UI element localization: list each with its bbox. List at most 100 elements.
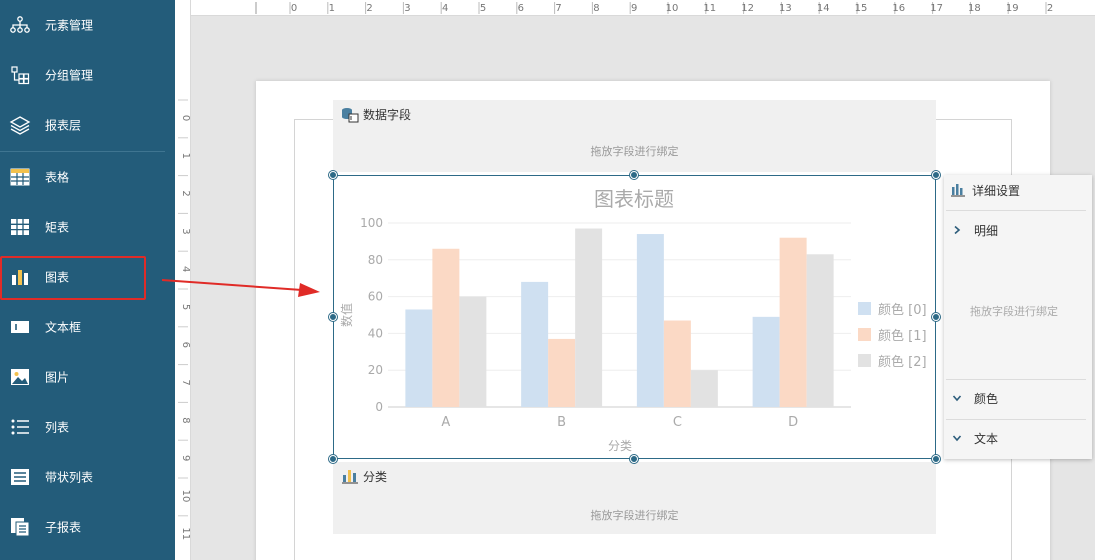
y-tick-label: 40: [368, 326, 383, 340]
horizontal-ruler: 0 1 2 3 4 5 6 7 8 9 10 11 12 13 14 15 16 17 18 19 2: [191, 0, 1095, 16]
detail-settings-panel: 详细设置 明细 拖放字段进行绑定 颜色 文本: [944, 175, 1092, 459]
resize-handle-bottom[interactable]: [630, 455, 638, 463]
y-axis-label: 数值: [339, 303, 354, 327]
hierarchy-icon: [9, 14, 31, 36]
sidebar-item-image[interactable]: 图片: [0, 352, 175, 402]
x-tick-label: D: [788, 415, 798, 430]
sidebar-item-textbox[interactable]: 文本框: [0, 302, 175, 352]
legend-swatch: [858, 302, 871, 315]
sidebar-item-label: 列表: [45, 420, 70, 435]
resize-handle-top-left[interactable]: [329, 171, 337, 179]
bar: [432, 248, 460, 407]
data-field-zone-title: 数据字段: [363, 108, 412, 122]
bar: [752, 316, 780, 407]
ruler-label: 16: [892, 3, 905, 14]
x-tick-label: B: [557, 415, 566, 430]
text-section-toggle[interactable]: 文本: [952, 429, 1092, 447]
ruler-label: 3: [180, 228, 191, 234]
chevron-down-icon: [952, 393, 964, 403]
ruler-label: 9: [180, 455, 191, 461]
color-section-toggle[interactable]: 颜色: [952, 389, 1092, 407]
settings-title: 详细设置: [972, 183, 1021, 198]
image-icon: [9, 366, 31, 388]
sidebar-item-matrix[interactable]: 矩表: [0, 202, 175, 252]
ruler-label: 14: [817, 3, 830, 14]
ruler-label: 7: [180, 379, 191, 385]
ruler-label: 2: [366, 3, 372, 14]
sidebar-item-label: 子报表: [45, 520, 82, 535]
ruler-label: 3: [404, 3, 410, 14]
resize-handle-bottom-left[interactable]: [329, 455, 337, 463]
category-zone-header: 分类: [341, 468, 387, 485]
database-field-icon: [341, 107, 359, 123]
sidebar-item-label: 报表层: [45, 118, 82, 133]
ruler-label: 2: [1047, 3, 1053, 14]
list-icon: [9, 416, 31, 438]
chart-settings-icon: [950, 182, 968, 198]
table-icon: [9, 166, 31, 188]
y-tick-label: 80: [368, 253, 383, 267]
sidebar-item-banded-list[interactable]: 带状列表: [0, 452, 175, 502]
textbox-icon: [9, 316, 31, 338]
ruler-label: 12: [741, 3, 754, 14]
subreport-icon: [9, 516, 31, 538]
ruler-label: 18: [968, 3, 981, 14]
detail-section-label: 明细: [974, 223, 999, 238]
data-field-zone-header: 数据字段: [341, 106, 411, 123]
resize-handle-bottom-right[interactable]: [932, 455, 940, 463]
sidebar-item-list[interactable]: 列表: [0, 402, 175, 452]
bar-chart[interactable]: 图表标题 0 20 40 60 80 100 数值 A B C D 分类 颜色 [0] 颜色 [1] 颜色 […: [333, 175, 936, 459]
y-tick-label: 100: [360, 216, 383, 230]
legend-swatch: [858, 354, 871, 367]
resize-handle-top[interactable]: [630, 171, 638, 179]
ruler-label: 2: [180, 190, 191, 196]
matrix-icon: [9, 216, 31, 238]
bar: [521, 281, 549, 407]
color-section-label: 颜色: [974, 391, 999, 406]
ruler-label: 8: [180, 417, 191, 423]
category-axis-icon: [341, 469, 359, 485]
bar: [806, 254, 834, 407]
category-zone-title: 分类: [363, 470, 388, 484]
bar: [548, 338, 576, 407]
sidebar-item-label: 矩表: [45, 220, 70, 235]
legend-swatch: [858, 328, 871, 341]
settings-header: 详细设置: [950, 181, 1090, 199]
resize-handle-right[interactable]: [932, 313, 940, 321]
settings-divider: [946, 379, 1086, 380]
data-field-drop-hint: 拖放字段进行绑定: [590, 145, 679, 158]
sidebar-item-report-layer[interactable]: 报表层: [0, 100, 175, 150]
detail-section-toggle[interactable]: 明细: [952, 221, 1092, 239]
legend-label: 颜色 [0]: [878, 302, 927, 318]
sidebar-item-label: 表格: [45, 170, 70, 185]
bar: [459, 296, 487, 407]
bar: [663, 320, 691, 407]
sidebar-item-label: 带状列表: [45, 470, 94, 485]
layers-icon: [9, 114, 31, 136]
ruler-label: 13: [779, 3, 792, 14]
toolbox-sidebar: 元素管理 分组管理 报表层 表格 矩表 图表 文本框 图片 列表 带状列表 子报…: [0, 0, 175, 560]
sidebar-item-element-management[interactable]: 元素管理: [0, 0, 175, 50]
chevron-down-icon: [952, 433, 964, 443]
bar: [779, 237, 807, 407]
settings-divider: [946, 419, 1086, 420]
resize-handle-left[interactable]: [329, 313, 337, 321]
bar: [636, 234, 664, 407]
annotation-arrow: [162, 279, 320, 297]
data-field-drop-zone[interactable]: 数据字段 拖放字段进行绑定: [333, 100, 936, 172]
settings-drop-hint: 拖放字段进行绑定: [970, 305, 1058, 318]
ruler-label: 6: [518, 3, 524, 14]
text-section-label: 文本: [974, 431, 999, 446]
sidebar-item-table[interactable]: 表格: [0, 152, 175, 202]
category-drop-zone[interactable]: 分类 拖放字段进行绑定: [333, 462, 936, 534]
legend-label: 颜色 [2]: [878, 354, 927, 370]
resize-handle-top-right[interactable]: [932, 171, 940, 179]
sidebar-item-subreport[interactable]: 子报表: [0, 502, 175, 552]
ruler-label: 17: [930, 3, 943, 14]
legend-label: 颜色 [1]: [878, 328, 927, 344]
ruler-label: 7: [555, 3, 561, 14]
x-axis-label: 分类: [608, 439, 632, 453]
banded-list-icon: [9, 466, 31, 488]
sidebar-item-group-management[interactable]: 分组管理: [0, 50, 175, 100]
category-drop-hint: 拖放字段进行绑定: [590, 509, 679, 522]
